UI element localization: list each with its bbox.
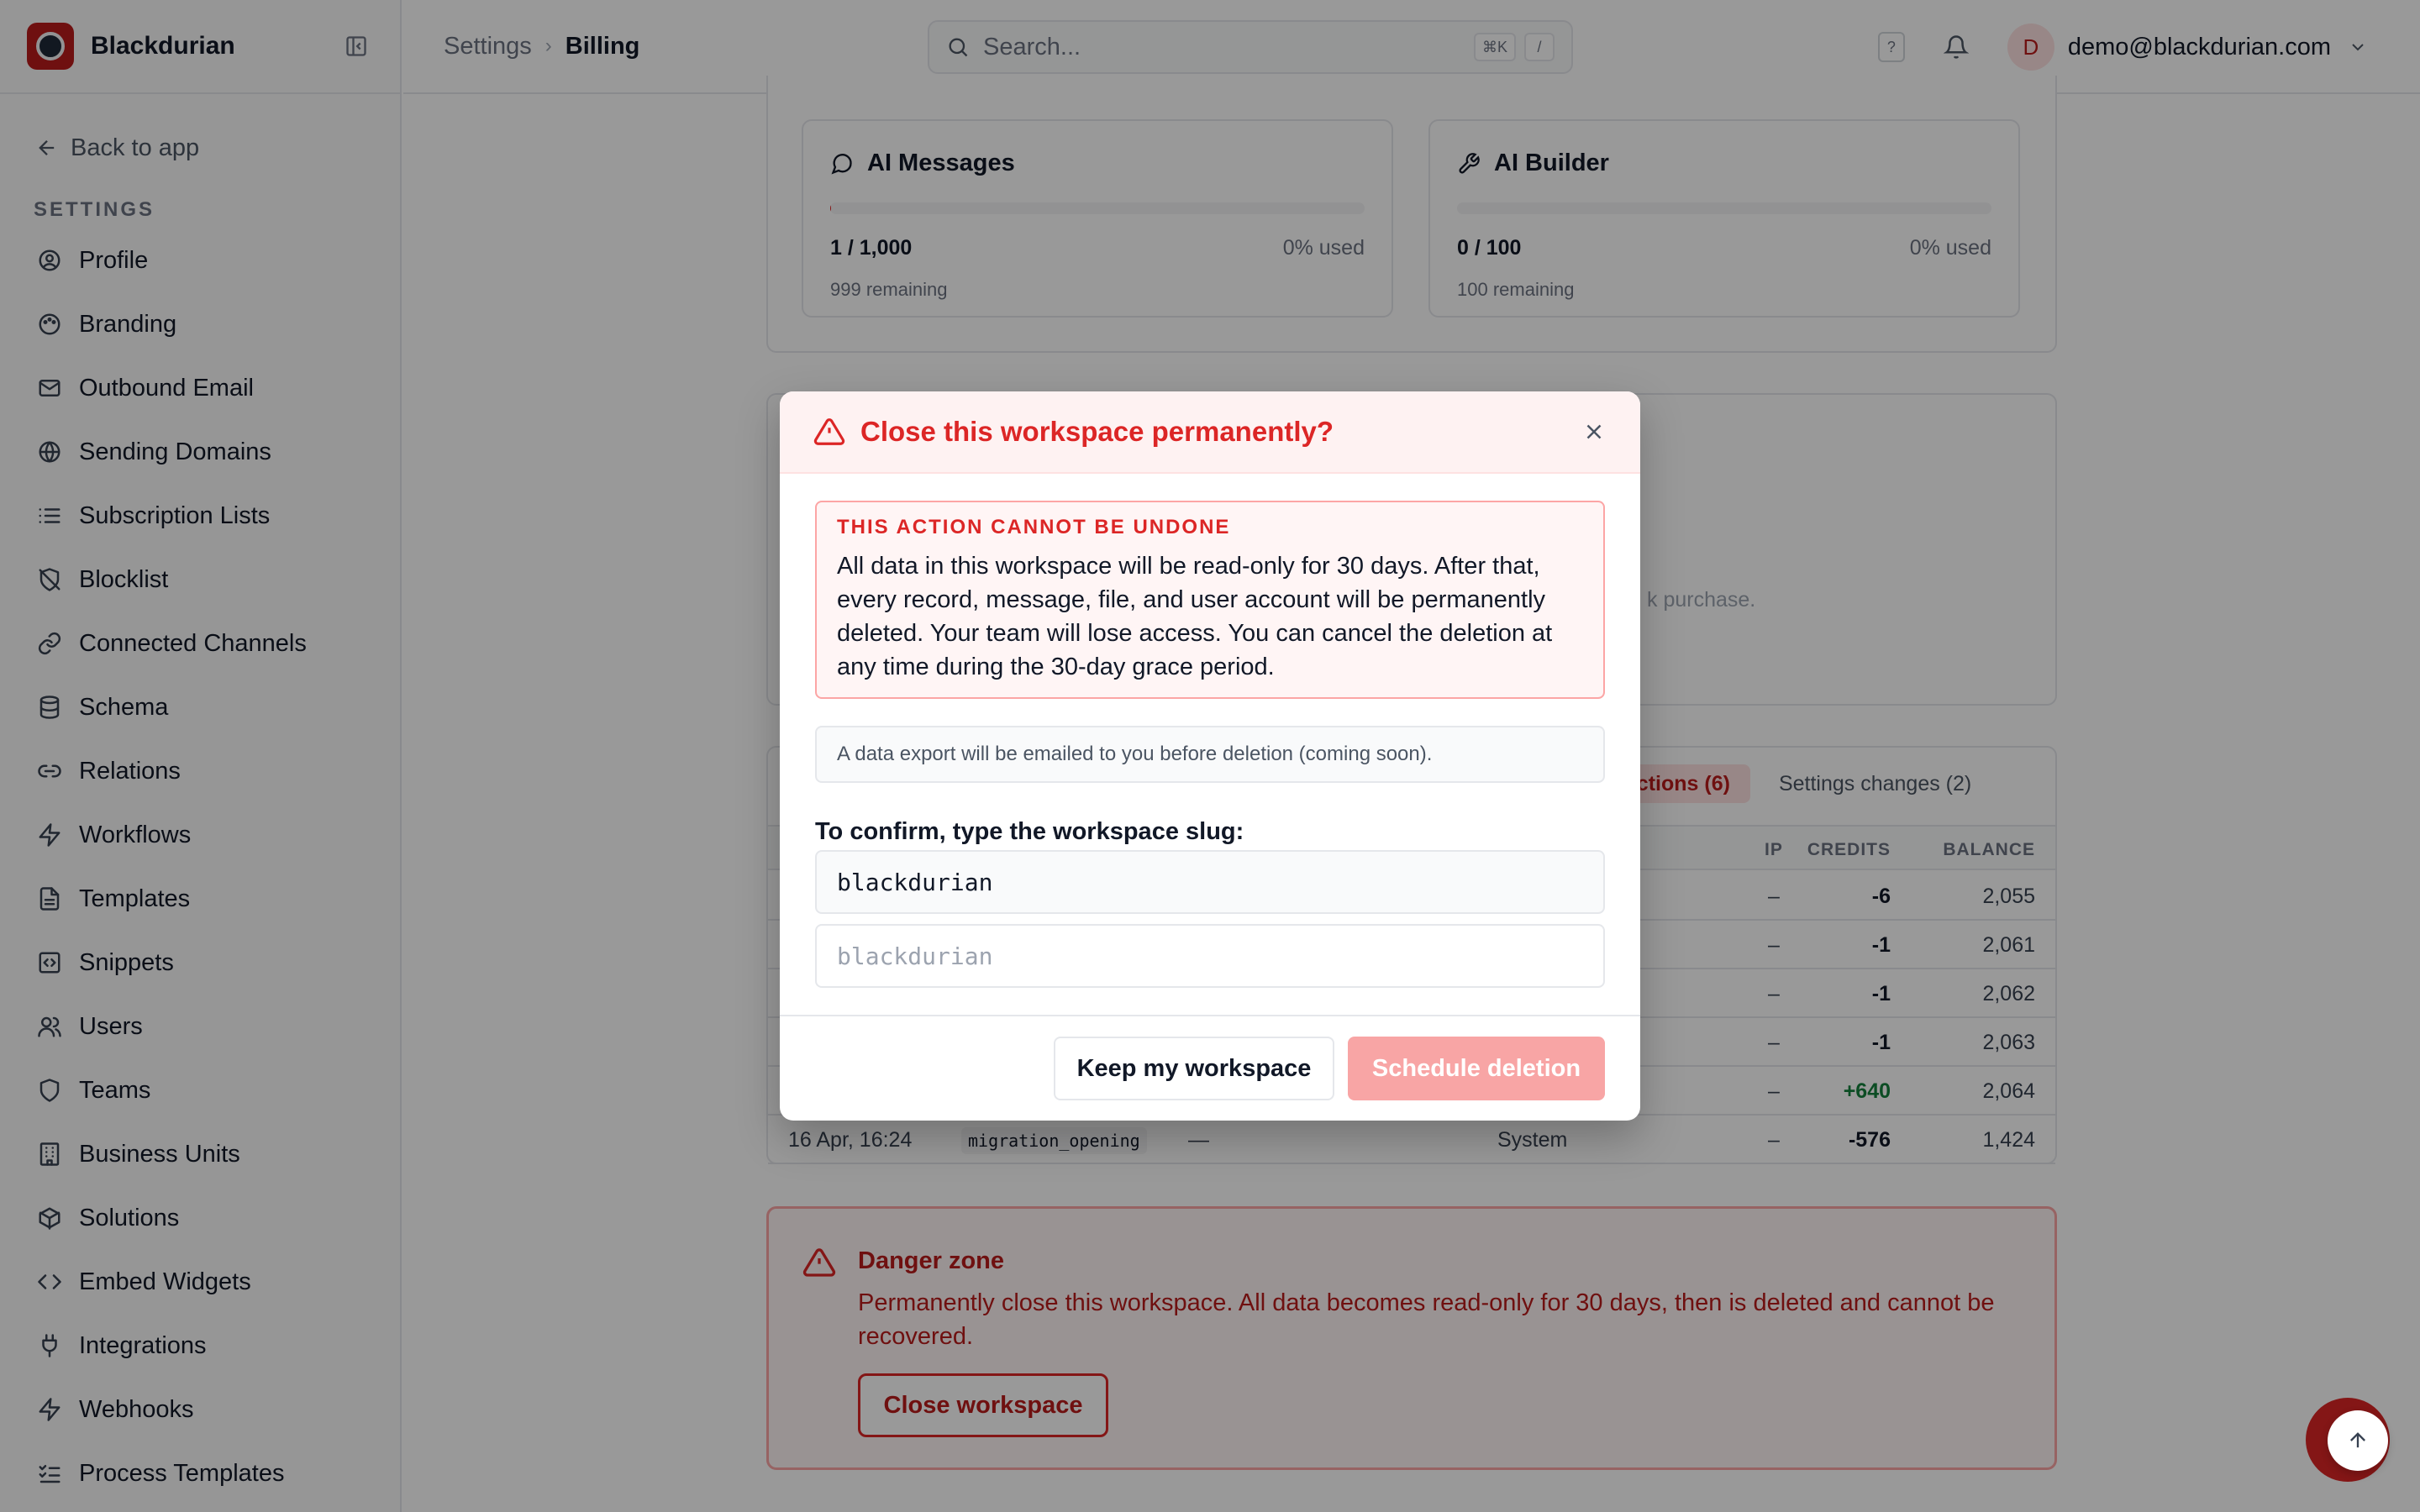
keep-workspace-button[interactable]: Keep my workspace (1054, 1037, 1334, 1100)
close-icon[interactable] (1581, 419, 1607, 444)
schedule-deletion-button[interactable]: Schedule deletion (1348, 1037, 1605, 1100)
dialog-title: Close this workspace permanently? (860, 416, 1334, 447)
arrow-up-icon (2350, 1432, 2365, 1448)
close-workspace-dialog: Close this workspace permanently? THIS A… (780, 391, 1640, 1121)
scroll-to-top-button[interactable] (2328, 1410, 2388, 1471)
warning-label: THIS ACTION CANNOT BE UNDONE (837, 516, 1231, 538)
confirm-label: To confirm, type the workspace slug: (815, 818, 1244, 845)
dialog-footer: Keep my workspace Schedule deletion (780, 1015, 1640, 1121)
slug-confirm-input[interactable] (815, 924, 1605, 988)
alert-triangle-icon (813, 418, 845, 445)
workspace-slug: blackdurian (815, 850, 1605, 914)
export-info: A data export will be emailed to you bef… (815, 726, 1605, 783)
dialog-header: Close this workspace permanently? (780, 391, 1640, 474)
warning-text: All data in this workspace will be read-… (837, 553, 1553, 680)
irreversible-warning: THIS ACTION CANNOT BE UNDONE All data in… (815, 501, 1605, 699)
